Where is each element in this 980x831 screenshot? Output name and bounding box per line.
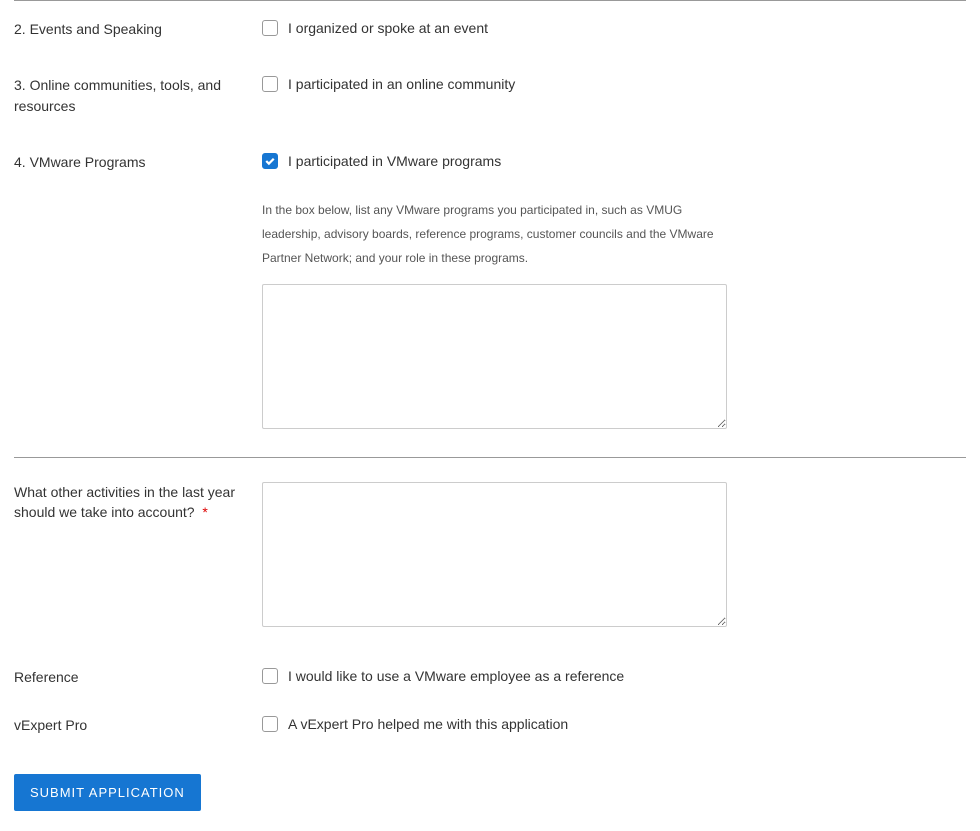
textarea-other-activities[interactable] — [262, 482, 727, 627]
required-marker: * — [202, 504, 207, 520]
checkmark-icon — [264, 155, 276, 167]
checkbox-online[interactable] — [262, 76, 278, 92]
checkbox-label-reference: I would like to use a VMware employee as… — [288, 667, 624, 685]
row-events: 2. Events and Speaking I organized or sp… — [14, 1, 966, 57]
row-vmware: 4. VMware Programs I participated in VMw… — [14, 134, 966, 457]
label-reference: Reference — [14, 667, 262, 687]
checkbox-events[interactable] — [262, 20, 278, 36]
checkbox-label-vexpert: A vExpert Pro helped me with this applic… — [288, 715, 568, 733]
checkbox-vexpert[interactable] — [262, 716, 278, 732]
row-online: 3. Online communities, tools, and resour… — [14, 57, 966, 134]
textarea-vmware-programs[interactable] — [262, 284, 727, 429]
label-online: 3. Online communities, tools, and resour… — [14, 75, 262, 116]
checkbox-vmware[interactable] — [262, 153, 278, 169]
checkbox-label-online: I participated in an online community — [288, 75, 515, 93]
label-vmware: 4. VMware Programs — [14, 152, 262, 429]
label-other-activities: What other activities in the last year s… — [14, 482, 262, 627]
row-vexpert: vExpert Pro A vExpert Pro helped me with… — [14, 701, 966, 753]
checkbox-label-events: I organized or spoke at an event — [288, 19, 488, 37]
label-vexpert: vExpert Pro — [14, 715, 262, 735]
checkbox-label-vmware: I participated in VMware programs — [288, 152, 501, 170]
help-text-vmware: In the box below, list any VMware progra… — [262, 198, 732, 270]
submit-button[interactable]: SUBMIT APPLICATION — [14, 774, 201, 811]
label-events: 2. Events and Speaking — [14, 19, 262, 39]
checkbox-reference[interactable] — [262, 668, 278, 684]
row-reference: Reference I would like to use a VMware e… — [14, 645, 966, 701]
row-other-activities: What other activities in the last year s… — [14, 458, 966, 645]
